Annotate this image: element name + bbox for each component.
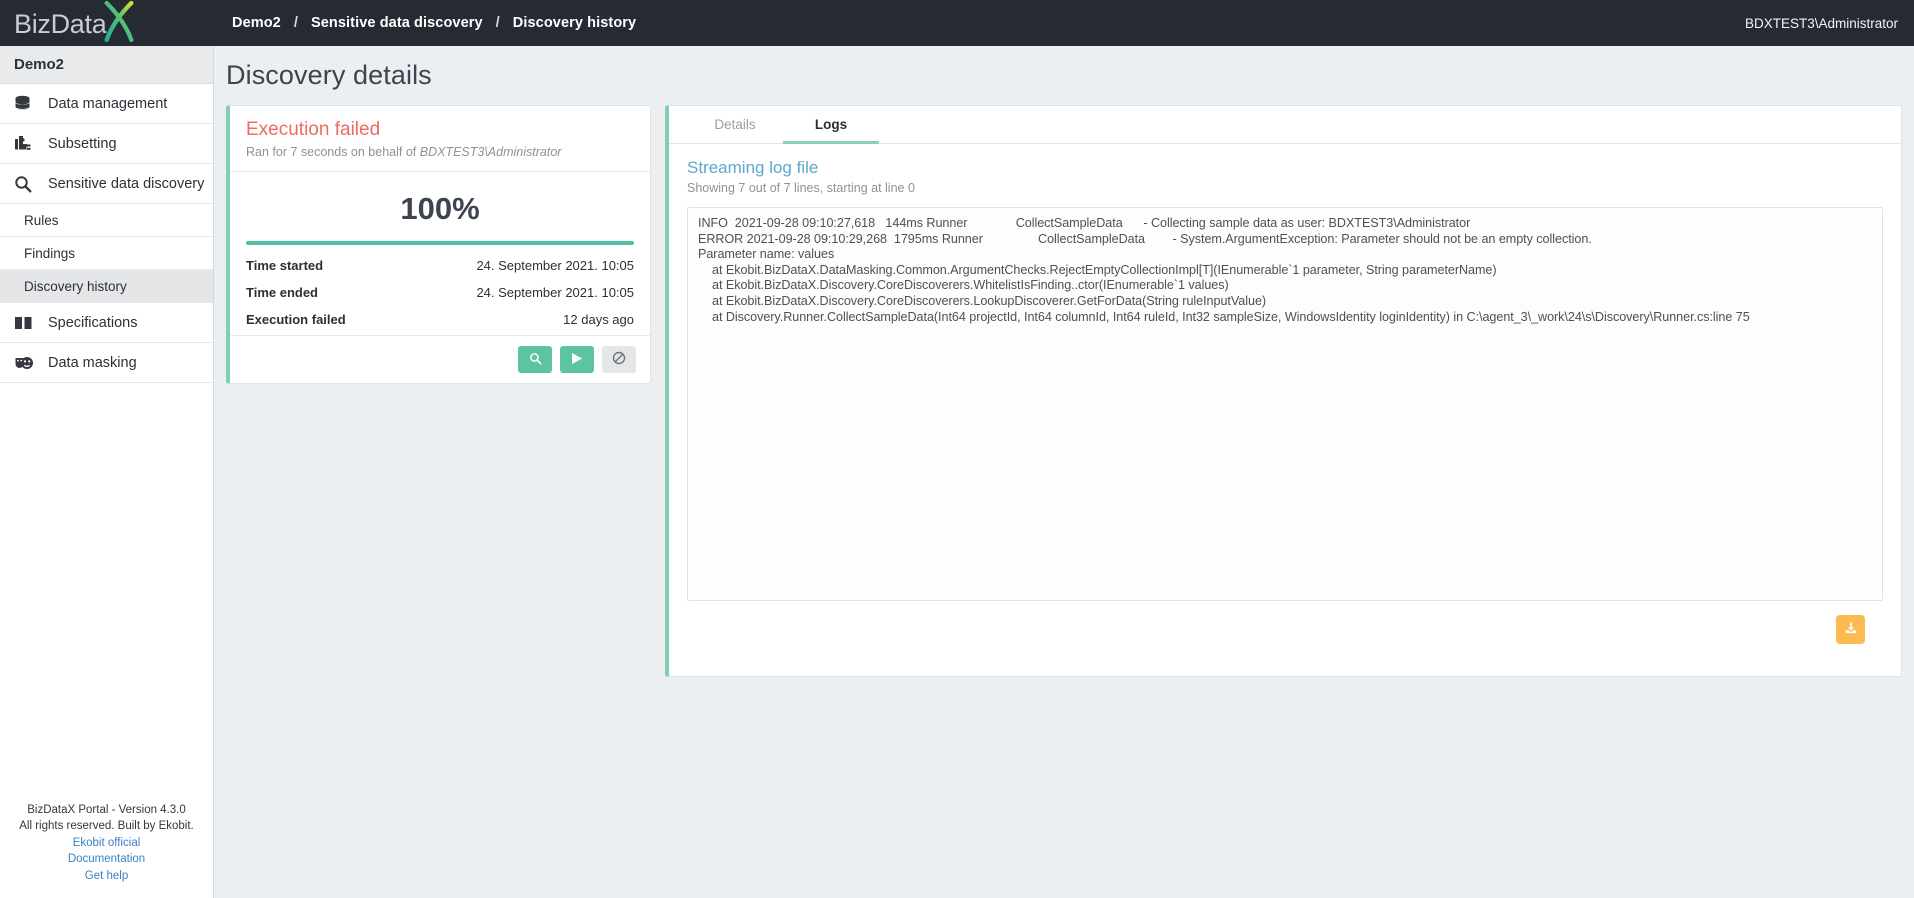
logs-title: Streaming log file [687, 158, 819, 177]
page-title: Discovery details [226, 60, 432, 90]
cancel-button[interactable] [602, 346, 636, 373]
footer-version: BizDataX Portal - Version 4.3.0 [27, 803, 186, 816]
sidebar: Demo2 Data management Subsetting Sensiti… [0, 46, 214, 898]
breadcrumb-item-project[interactable]: Demo2 [232, 15, 281, 31]
log-line: at Discovery.Runner.CollectSampleData(In… [712, 309, 1750, 324]
magnifier-icon [529, 352, 542, 368]
progress-percent-label: 100% [400, 191, 480, 226]
log-line: INFO 2021-09-28 09:10:27,618 144ms Runne… [698, 216, 1471, 230]
main-content: Discovery details Execution failed Ran f… [214, 46, 1914, 898]
breadcrumb: Demo2 / Sensitive data discovery / Disco… [232, 15, 636, 31]
log-line: ERROR 2021-09-28 09:10:29,268 1795ms Run… [698, 231, 1592, 246]
download-logs-button[interactable] [1836, 615, 1865, 644]
execution-status: Execution failed [246, 119, 381, 140]
sidebar-item-data-management[interactable]: Data management [0, 84, 213, 124]
footer-link-documentation[interactable]: Documentation [0, 851, 213, 868]
sidebar-item-label: Data masking [48, 354, 137, 371]
log-line: at Ekobit.BizDataX.Discovery.CoreDiscove… [712, 293, 1267, 308]
masks-icon [14, 353, 42, 373]
breadcrumb-item-section[interactable]: Sensitive data discovery [311, 15, 483, 31]
detail-value: 12 days ago [563, 312, 634, 327]
execution-subtitle-user: BDXTEST3\Administrator [419, 145, 562, 159]
sidebar-project-header: Demo2 [0, 46, 213, 84]
detail-row-time-ended: Time ended 24. September 2021. 10:05 [246, 279, 634, 306]
breadcrumb-item-current[interactable]: Discovery history [513, 15, 636, 31]
sidebar-item-discovery-history[interactable]: Discovery history [0, 270, 213, 303]
sidebar-subitem-label: Discovery history [24, 278, 127, 294]
sidebar-item-label: Data management [48, 95, 168, 112]
logo-x-icon [104, 0, 134, 42]
execution-subtitle-prefix: Ran for 7 seconds on behalf of [246, 145, 420, 159]
sidebar-item-label: Specifications [48, 314, 138, 331]
detail-key: Execution failed [246, 312, 346, 327]
log-output[interactable]: INFO 2021-09-28 09:10:27,618 144ms Runne… [687, 207, 1883, 601]
tab-details[interactable]: Details [687, 106, 783, 144]
log-line: Parameter name: values [698, 247, 835, 262]
log-line: at Ekobit.BizDataX.DataMasking.Common.Ar… [712, 262, 1497, 277]
detail-row-execution-failed: Execution failed 12 days ago [246, 306, 634, 333]
content-row: Execution failed Ran for 7 seconds on be… [214, 105, 1914, 677]
breadcrumb-separator: / [293, 15, 298, 31]
sidebar-item-specifications[interactable]: Specifications [0, 303, 213, 343]
execution-body: 100% Time started 24. September 2021. 10… [230, 172, 650, 335]
log-line: at Ekobit.BizDataX.Discovery.CoreDiscove… [712, 278, 1229, 293]
ban-icon [612, 351, 626, 368]
execution-summary-card: Execution failed Ran for 7 seconds on be… [226, 105, 651, 384]
sidebar-item-subsetting[interactable]: Subsetting [0, 124, 213, 164]
inspect-button[interactable] [518, 346, 552, 373]
magnifier-icon [14, 174, 42, 194]
current-user-label[interactable]: BDXTEST3\Administrator [1745, 16, 1898, 31]
database-icon [14, 94, 42, 114]
sidebar-subitem-label: Findings [24, 245, 76, 261]
book-icon [14, 313, 42, 333]
sidebar-item-rules[interactable]: Rules [0, 204, 213, 237]
sidebar-item-label: Subsetting [48, 135, 117, 152]
footer-link-get-help[interactable]: Get help [0, 868, 213, 885]
logs-footer [687, 601, 1883, 644]
sidebar-item-sensitive-data-discovery[interactable]: Sensitive data discovery [0, 164, 213, 204]
footer-rights: All rights reserved. Built by Ekobit. [19, 820, 194, 832]
logs-panel: Details Logs Streaming log file Showing … [665, 105, 1902, 677]
detail-row-time-started: Time started 24. September 2021. 10:05 [246, 252, 634, 279]
sidebar-item-label: Sensitive data discovery [48, 175, 205, 192]
tab-logs[interactable]: Logs [783, 106, 879, 144]
execution-subtitle: Ran for 7 seconds on behalf of BDXTEST3\… [246, 145, 634, 159]
puzzle-icon [14, 134, 42, 154]
top-bar: BizData Demo2 / Sensitive data discovery… [0, 0, 1914, 46]
progress-bar [246, 241, 634, 245]
tab-bar: Details Logs [669, 106, 1901, 144]
detail-key: Time ended [246, 285, 319, 300]
app-logo[interactable]: BizData [0, 0, 214, 46]
detail-value: 24. September 2021. 10:05 [476, 285, 634, 300]
logo-text: BizData [14, 8, 107, 39]
sidebar-footer: BizDataX Portal - Version 4.3.0 All righ… [0, 802, 213, 885]
play-icon [571, 352, 583, 368]
footer-link-ekobit-official[interactable]: Ekobit official [0, 835, 213, 852]
sidebar-item-findings[interactable]: Findings [0, 237, 213, 270]
run-button[interactable] [560, 346, 594, 373]
detail-value: 24. September 2021. 10:05 [476, 258, 634, 273]
sidebar-subitem-label: Rules [24, 212, 59, 228]
logs-body: Streaming log file Showing 7 out of 7 li… [669, 144, 1901, 644]
execution-actions [230, 335, 650, 383]
download-icon [1844, 621, 1858, 638]
logs-subtitle: Showing 7 out of 7 lines, starting at li… [687, 181, 915, 195]
detail-key: Time started [246, 258, 324, 273]
progress-bar-fill [246, 241, 634, 245]
sidebar-item-data-masking[interactable]: Data masking [0, 343, 213, 383]
breadcrumb-separator: / [495, 15, 500, 31]
execution-header: Execution failed Ran for 7 seconds on be… [230, 106, 650, 172]
